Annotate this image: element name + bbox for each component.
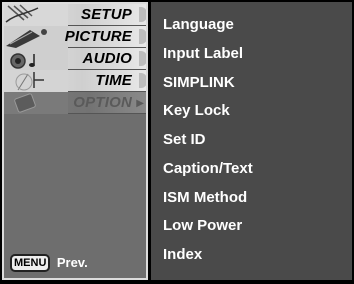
tab-audio-stub [139, 51, 146, 66]
option-icon [4, 92, 68, 114]
menu-item-ism-method[interactable]: ISM Method [163, 189, 247, 206]
menu-item-set-id[interactable]: Set ID [163, 131, 206, 148]
audio-icon [4, 48, 68, 70]
footer-nav: MENU Prev. [10, 253, 88, 272]
tab-audio[interactable]: AUDIO [4, 48, 146, 70]
menu-item-caption-text[interactable]: Caption/Text [163, 160, 253, 177]
tab-time[interactable]: TIME [4, 70, 146, 92]
category-sidebar: SETUP PICTURE AUDIO TIME OPTION ▶ MENU P… [2, 2, 148, 280]
tab-picture-label: PICTURE [64, 28, 132, 45]
tab-setup-stub [139, 7, 146, 22]
prev-label: Prev. [56, 255, 88, 271]
tab-option-label: OPTION [73, 94, 132, 111]
menu-item-low-power[interactable]: Low Power [163, 217, 242, 234]
setup-menu-panel: Language Input Label SIMPLINK Key Lock S… [151, 2, 352, 280]
tab-option[interactable]: OPTION ▶ [4, 92, 146, 114]
setup-icon [4, 4, 68, 26]
menu-item-input-label[interactable]: Input Label [163, 45, 243, 62]
menu-item-language[interactable]: Language [163, 16, 234, 33]
menu-item-index[interactable]: Index [163, 246, 202, 263]
menu-item-key-lock[interactable]: Key Lock [163, 102, 230, 119]
tab-time-label: TIME [95, 72, 132, 89]
picture-icon [4, 26, 68, 48]
tab-setup-label: SETUP [80, 6, 132, 23]
tab-option-arrow-icon: ▶ [136, 98, 144, 109]
time-icon [4, 70, 68, 92]
menu-key-icon: MENU [10, 253, 51, 272]
menu-item-simplink[interactable]: SIMPLINK [163, 74, 235, 91]
tab-audio-label: AUDIO [82, 50, 132, 67]
tab-picture[interactable]: PICTURE [4, 26, 146, 48]
tab-time-stub [139, 73, 146, 88]
tab-setup[interactable]: SETUP [4, 4, 146, 26]
tab-picture-stub [139, 29, 146, 44]
